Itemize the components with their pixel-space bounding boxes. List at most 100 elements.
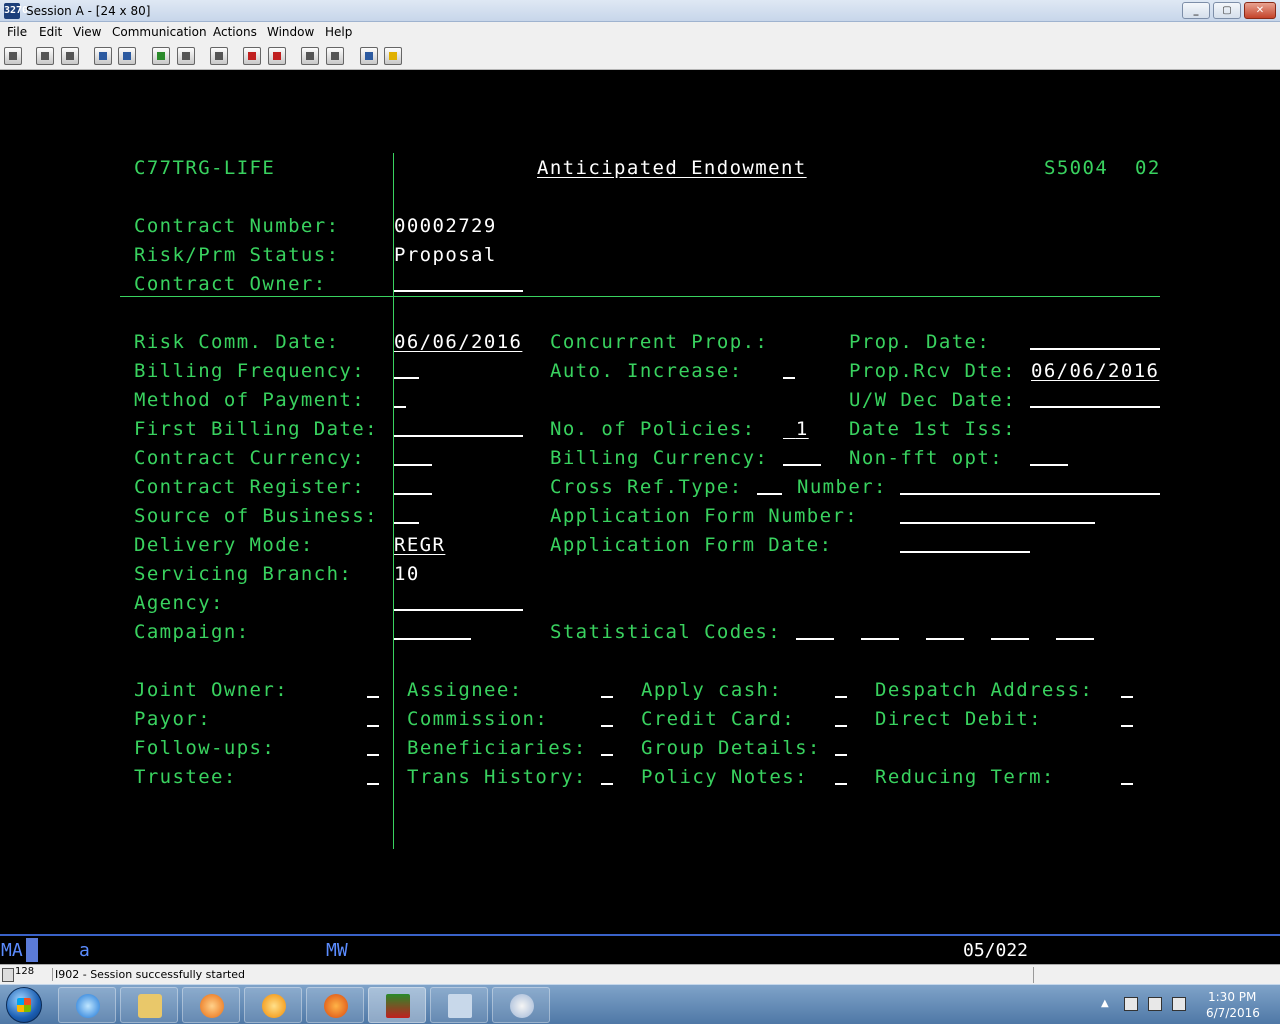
taskbar-paint[interactable] bbox=[492, 987, 550, 1023]
menu-window[interactable]: Window bbox=[267, 25, 314, 39]
close-button[interactable]: ✕ bbox=[1244, 2, 1276, 19]
taskbar-ie[interactable] bbox=[58, 987, 116, 1023]
screen-id: S5004 bbox=[1044, 157, 1109, 179]
cross-ref-type-field[interactable] bbox=[757, 493, 782, 495]
clock-time[interactable]: 1:30 PM bbox=[1208, 990, 1256, 1004]
network-icon[interactable] bbox=[1148, 997, 1162, 1011]
receive-file-icon[interactable] bbox=[118, 47, 136, 65]
application-form-date-field[interactable] bbox=[900, 551, 1030, 553]
paste-icon[interactable] bbox=[61, 47, 79, 65]
terminal-screen[interactable]: C77TRG-LIFE Anticipated Endowment S5004 … bbox=[0, 70, 1280, 934]
maximize-button[interactable]: ▢ bbox=[1213, 2, 1241, 19]
commission-field[interactable] bbox=[601, 725, 613, 727]
direct-debit-field[interactable] bbox=[1121, 725, 1133, 727]
direct-debit-label: Direct Debit: bbox=[875, 708, 1042, 730]
cross-ref-number-label: Number: bbox=[797, 476, 887, 498]
menu-edit[interactable]: Edit bbox=[39, 25, 62, 39]
trustee-field[interactable] bbox=[367, 783, 379, 785]
macro-icon[interactable] bbox=[210, 47, 228, 65]
payor-field[interactable] bbox=[367, 725, 379, 727]
copy-icon[interactable] bbox=[36, 47, 54, 65]
uw-dec-date-field[interactable] bbox=[1030, 406, 1160, 408]
prop-rcv-dte-field[interactable]: 06/06/2016 bbox=[1031, 359, 1159, 383]
title-bar: 3270 Session A - [24 x 80] _ ▢ ✕ bbox=[0, 0, 1280, 22]
clock-date[interactable]: 6/7/2016 bbox=[1206, 1006, 1260, 1020]
non-fft-opt-field[interactable] bbox=[1030, 464, 1068, 466]
play-macro-icon[interactable] bbox=[301, 47, 319, 65]
statistical-code-5-field[interactable] bbox=[1056, 638, 1094, 640]
billing-currency-field[interactable] bbox=[783, 464, 821, 466]
menu-view[interactable]: View bbox=[73, 25, 101, 39]
contract-currency-field[interactable] bbox=[394, 464, 432, 466]
menu-communication[interactable]: Communication bbox=[112, 25, 207, 39]
record-macro-icon[interactable] bbox=[243, 47, 261, 65]
cross-ref-number-field[interactable] bbox=[900, 493, 1160, 495]
start-button[interactable] bbox=[6, 987, 42, 1023]
reducing-term-field[interactable] bbox=[1121, 783, 1133, 785]
non-fft-opt-label: Non-fft opt: bbox=[849, 447, 1004, 469]
statistical-code-4-field[interactable] bbox=[991, 638, 1029, 640]
prop-date-label: Prop. Date: bbox=[849, 331, 991, 353]
taskbar-session-a[interactable] bbox=[368, 987, 426, 1023]
taskbar-firefox[interactable] bbox=[306, 987, 364, 1023]
taskbar-explorer[interactable] bbox=[120, 987, 178, 1023]
assignee-label: Assignee: bbox=[407, 679, 523, 701]
flag-icon[interactable] bbox=[1124, 997, 1138, 1011]
trustee-label: Trustee: bbox=[134, 766, 237, 788]
despatch-address-field[interactable] bbox=[1121, 696, 1133, 698]
risk-comm-date-label: Risk Comm. Date: bbox=[134, 331, 340, 353]
taskbar-session-manager[interactable] bbox=[430, 987, 488, 1023]
delivery-mode-field[interactable]: REGR bbox=[394, 533, 445, 557]
group-details-field[interactable] bbox=[835, 754, 847, 756]
menu-actions[interactable]: Actions bbox=[213, 25, 257, 39]
apply-cash-field[interactable] bbox=[835, 696, 847, 698]
policy-notes-field[interactable] bbox=[835, 783, 847, 785]
source-of-business-field[interactable] bbox=[394, 522, 419, 524]
connect-icon[interactable] bbox=[360, 47, 378, 65]
auto-increase-field[interactable] bbox=[783, 377, 795, 379]
contract-number-label: Contract Number: bbox=[134, 215, 340, 237]
method-of-payment-field[interactable] bbox=[394, 406, 406, 408]
send-file-icon[interactable] bbox=[94, 47, 112, 65]
disconnect-icon[interactable] bbox=[384, 47, 402, 65]
application-form-number-field[interactable] bbox=[900, 522, 1095, 524]
display-setup-icon[interactable] bbox=[152, 47, 170, 65]
contract-owner-field[interactable] bbox=[394, 290, 523, 292]
keyboard-map-icon[interactable] bbox=[177, 47, 195, 65]
session-manager-icon bbox=[448, 994, 472, 1018]
statistical-code-3-field[interactable] bbox=[926, 638, 964, 640]
prop-date-field[interactable] bbox=[1030, 348, 1160, 350]
beneficiaries-field[interactable] bbox=[601, 754, 613, 756]
billing-frequency-field[interactable] bbox=[394, 377, 419, 379]
joint-owner-field[interactable] bbox=[367, 696, 379, 698]
campaign-label: Campaign: bbox=[134, 621, 250, 643]
follow-ups-field[interactable] bbox=[367, 754, 379, 756]
assignee-field[interactable] bbox=[601, 696, 613, 698]
show-hidden-icons[interactable]: ▲ bbox=[1101, 998, 1109, 1009]
prop-rcv-dte-label: Prop.Rcv Dte: bbox=[849, 360, 1016, 382]
contract-register-field[interactable] bbox=[394, 493, 432, 495]
risk-comm-date-field[interactable]: 06/06/2016 bbox=[394, 330, 522, 354]
menu-help[interactable]: Help bbox=[325, 25, 352, 39]
minimize-button[interactable]: _ bbox=[1182, 2, 1210, 19]
agency-field[interactable] bbox=[394, 609, 523, 611]
stop-macro-icon[interactable] bbox=[268, 47, 286, 65]
reducing-term-label: Reducing Term: bbox=[875, 766, 1055, 788]
statistical-code-1-field[interactable] bbox=[796, 638, 834, 640]
taskbar-media-player[interactable] bbox=[182, 987, 240, 1023]
no-of-policies-field[interactable]: 1 bbox=[783, 417, 809, 441]
first-billing-date-field[interactable] bbox=[394, 435, 523, 437]
date-1st-iss-label: Date 1st Iss: bbox=[849, 418, 1016, 440]
policy-notes-label: Policy Notes: bbox=[641, 766, 808, 788]
campaign-field[interactable] bbox=[394, 638, 471, 640]
menu-file[interactable]: File bbox=[7, 25, 27, 39]
office-icon bbox=[262, 994, 286, 1018]
session-icon[interactable] bbox=[326, 47, 344, 65]
trans-history-field[interactable] bbox=[601, 783, 613, 785]
volume-muted-icon[interactable] bbox=[1172, 997, 1186, 1011]
taskbar-office[interactable] bbox=[244, 987, 302, 1023]
oia-indicator: a bbox=[79, 940, 90, 961]
print-screen-icon[interactable] bbox=[4, 47, 22, 65]
statistical-code-2-field[interactable] bbox=[861, 638, 899, 640]
credit-card-field[interactable] bbox=[835, 725, 847, 727]
